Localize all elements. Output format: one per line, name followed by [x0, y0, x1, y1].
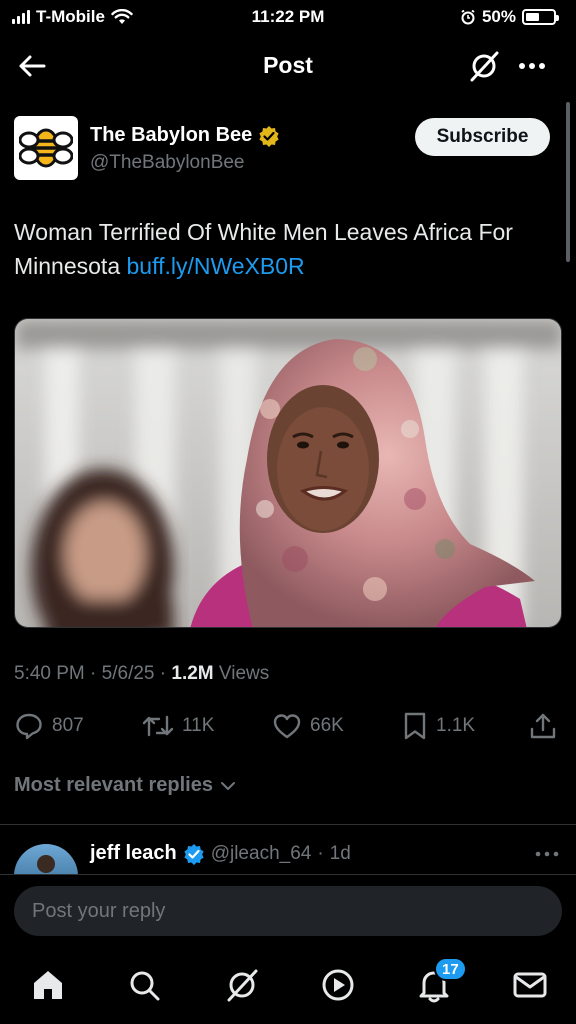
views-label: Views — [218, 663, 270, 684]
reply-author-name: jeff leach — [90, 842, 177, 864]
post-meta: 5:40 PM · 5/6/25 · 1.2M Views — [14, 663, 269, 685]
alarm-icon — [461, 9, 475, 25]
back-arrow-icon[interactable] — [14, 48, 50, 84]
reply-input[interactable]: Post your reply — [14, 886, 562, 936]
like-button[interactable]: 66K — [272, 706, 344, 746]
reply-avatar[interactable] — [14, 844, 78, 874]
post-image[interactable] — [14, 318, 562, 628]
repost-icon — [142, 715, 174, 737]
carrier-label: T-Mobile — [36, 7, 105, 26]
messages-icon[interactable] — [510, 965, 550, 1005]
status-right: 50% — [460, 7, 559, 27]
subscribe-button[interactable]: Subscribe — [415, 118, 550, 156]
signal-icon — [12, 10, 30, 24]
clock: 11:22 PM — [251, 7, 325, 26]
post-link[interactable]: buff.ly/NWeXB0R — [127, 253, 305, 279]
post-author: The Babylon Bee @TheBabylonBee Subscribe — [14, 116, 562, 182]
repost-count: 11K — [182, 715, 215, 736]
reply-count: 807 — [52, 715, 84, 736]
bookmark-button[interactable]: 1.1K — [402, 706, 475, 746]
grok-icon[interactable] — [466, 48, 502, 84]
reply-button[interactable]: 807 — [14, 706, 84, 746]
page-title: Post — [263, 51, 313, 78]
divider — [0, 824, 576, 825]
author-display-name[interactable]: The Babylon Bee — [90, 124, 280, 147]
babylon-bee-logo-icon — [19, 128, 73, 168]
notifications-badge: 17 — [434, 957, 467, 981]
replies-sort-dropdown[interactable]: Most relevant replies — [14, 774, 237, 797]
post-date: 5/6/25 — [101, 663, 155, 684]
post-photo-illustration — [15, 319, 561, 627]
battery-percent: 50% — [481, 7, 516, 26]
reply-avatar-photo — [37, 855, 55, 873]
scrollbar[interactable] — [566, 102, 570, 262]
share-button[interactable] — [528, 706, 558, 746]
search-icon[interactable] — [124, 965, 164, 1005]
author-name-text: The Babylon Bee — [90, 124, 253, 146]
meta-separator: · — [159, 663, 172, 684]
chevron-down-icon — [220, 781, 235, 790]
replies-sort-label: Most relevant replies — [14, 774, 213, 796]
repost-button[interactable]: 11K — [142, 706, 214, 746]
more-options-icon[interactable] — [514, 48, 550, 84]
like-count: 66K — [310, 715, 344, 736]
share-icon — [530, 713, 556, 739]
reply-author[interactable]: jeff leach @jleach_64 · 1d — [90, 842, 351, 865]
post-actions: 807 11K 66K 1.1K — [14, 706, 562, 746]
grok-tab-icon[interactable] — [222, 965, 262, 1005]
reply-more-icon[interactable] — [532, 842, 562, 866]
heart-icon — [273, 714, 301, 739]
notifications-tab[interactable]: 17 — [414, 957, 467, 1005]
reply-separator: · — [317, 842, 324, 864]
reply-author-handle: @jleach_64 — [210, 842, 312, 864]
views-count: 1.2M — [171, 663, 214, 684]
divider — [0, 874, 576, 875]
reply-placeholder: Post your reply — [32, 899, 166, 922]
post-header: Post — [0, 38, 576, 92]
reply-item[interactable]: jeff leach @jleach_64 · 1d — [14, 838, 562, 874]
status-left: T-Mobile — [12, 7, 133, 27]
battery-icon — [522, 9, 559, 25]
wifi-icon — [111, 9, 133, 24]
bookmark-count: 1.1K — [436, 715, 476, 736]
status-bar: T-Mobile 11:22 PM 50% — [0, 0, 576, 34]
meta-separator: · — [90, 663, 102, 684]
verified-gold-badge-icon — [259, 125, 279, 147]
post-text: Woman Terrified Of White Men Leaves Afri… — [14, 215, 562, 283]
reply-icon — [16, 713, 42, 740]
bookmark-icon — [404, 712, 426, 740]
reply-time: 1d — [329, 842, 351, 864]
home-icon[interactable] — [28, 965, 68, 1005]
post-time: 5:40 PM — [14, 663, 85, 684]
author-avatar[interactable] — [14, 116, 78, 180]
author-handle[interactable]: @TheBabylonBee — [90, 152, 245, 174]
video-icon[interactable] — [318, 965, 358, 1005]
verified-badge-icon — [184, 843, 204, 865]
bottom-tab-bar: 17 — [0, 955, 576, 1017]
